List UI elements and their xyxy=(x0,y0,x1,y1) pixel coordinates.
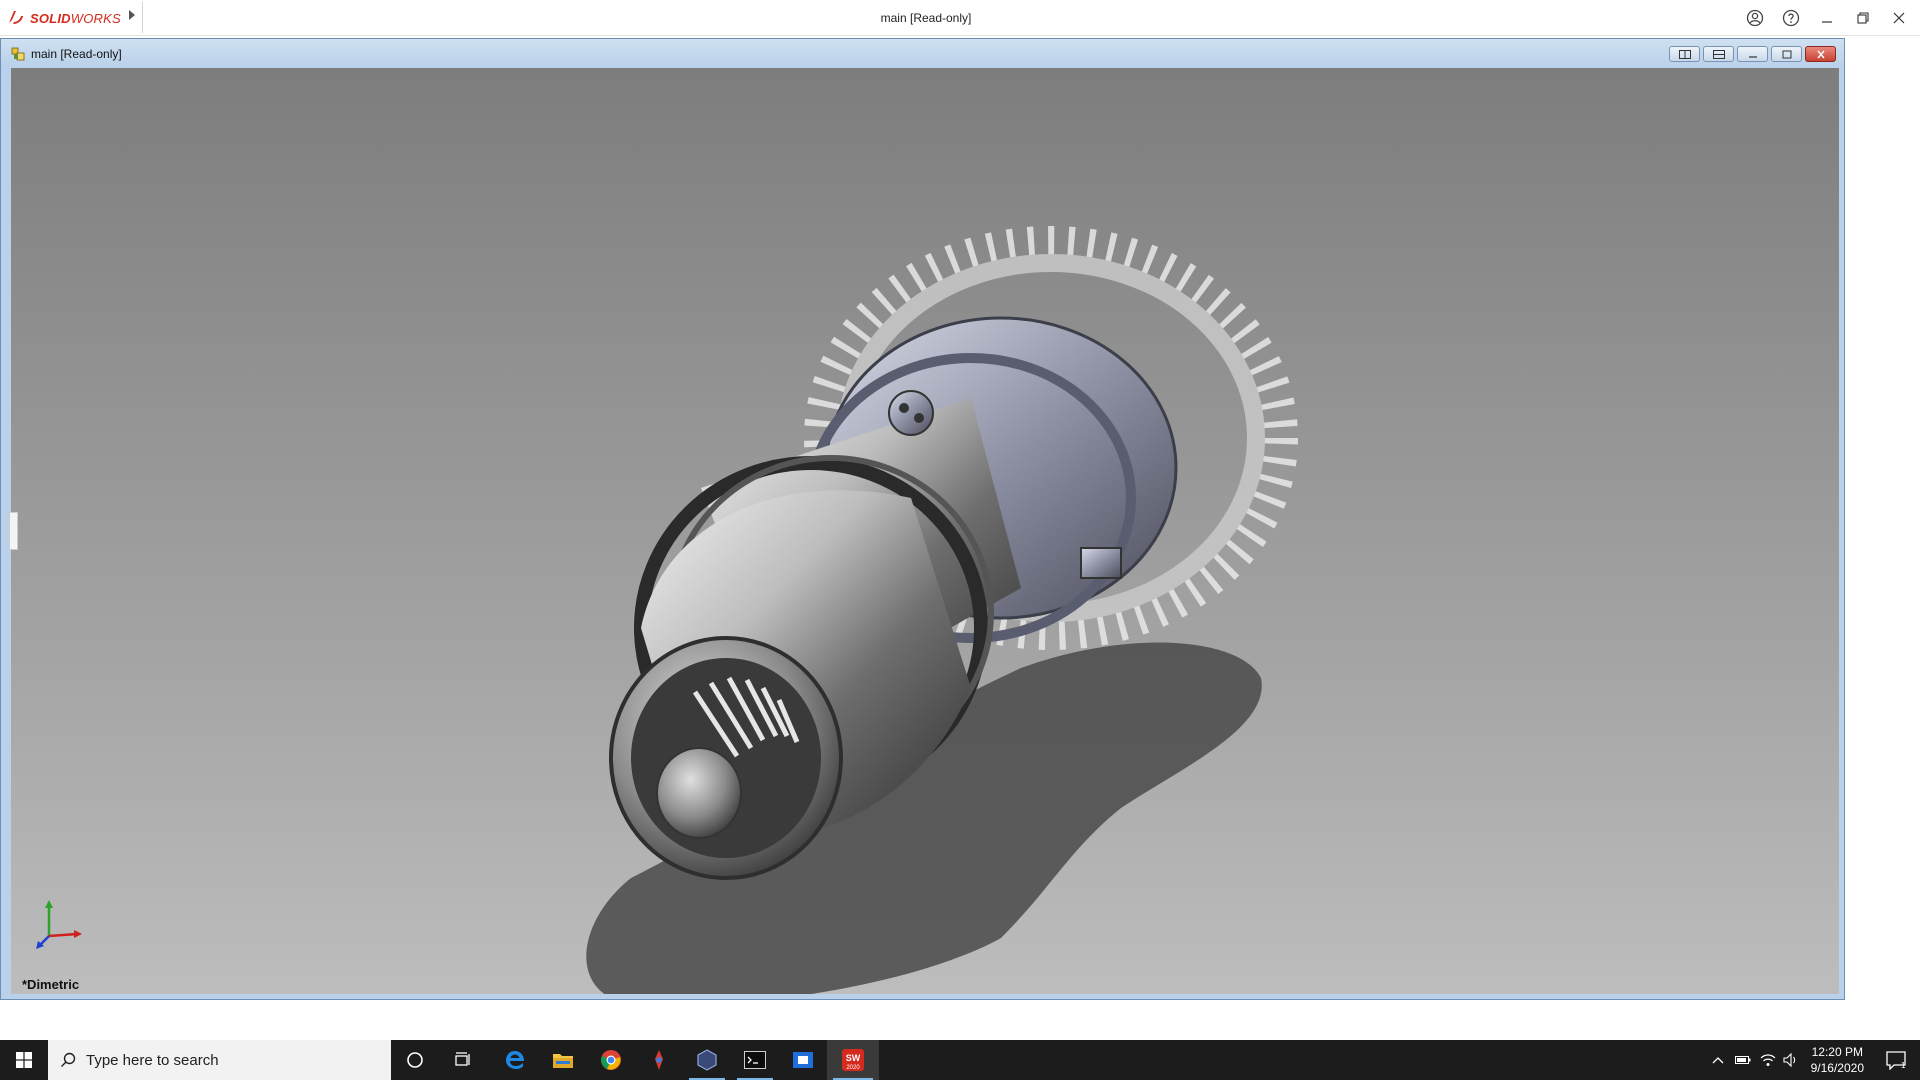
start-button[interactable] xyxy=(0,1040,48,1080)
doc-maximize-button[interactable] xyxy=(1771,46,1802,62)
help-icon[interactable] xyxy=(1779,6,1803,30)
wifi-icon[interactable] xyxy=(1756,1040,1780,1080)
search-icon xyxy=(61,1052,76,1067)
taskbar: Type here to search SW 2020 12:20 PM 9/1… xyxy=(0,1040,1920,1080)
document-window: main [Read-only] *Dimetric xyxy=(0,38,1845,1000)
notification-center-icon[interactable]: 1 xyxy=(1872,1040,1920,1080)
app-red-icon[interactable] xyxy=(635,1040,683,1080)
tail-cone xyxy=(656,747,742,839)
edge-icon[interactable] xyxy=(491,1040,539,1080)
tile-horizontal-button[interactable] xyxy=(1669,46,1700,62)
document-title: main [Read-only] xyxy=(31,47,122,61)
svg-text:1: 1 xyxy=(1901,1061,1906,1070)
minimize-button[interactable] xyxy=(1815,6,1839,30)
feature-manager-toggle[interactable] xyxy=(9,512,18,550)
chevron-up-icon[interactable] xyxy=(1708,1040,1728,1080)
document-title-bar: main [Read-only] xyxy=(1,39,1844,67)
app-title-bar: SOLIDWORKS main [Read-only] xyxy=(0,0,1920,36)
clock-time: 12:20 PM xyxy=(1811,1045,1863,1059)
turbine-engine-model[interactable] xyxy=(11,68,1839,994)
search-placeholder: Type here to search xyxy=(86,1051,219,1069)
svg-text:2020: 2020 xyxy=(846,1065,860,1071)
close-button[interactable] xyxy=(1887,6,1911,30)
windows-logo-icon xyxy=(16,1052,32,1068)
window-title: main [Read-only] xyxy=(880,11,972,25)
app-window-icon[interactable] xyxy=(779,1040,827,1080)
app-blue-icon[interactable] xyxy=(683,1040,731,1080)
graphics-viewport[interactable]: *Dimetric xyxy=(11,68,1839,994)
taskbar-search-box[interactable]: Type here to search xyxy=(48,1040,391,1080)
assembly-icon xyxy=(11,47,25,61)
svg-text:SW: SW xyxy=(846,1053,861,1063)
chrome-icon[interactable] xyxy=(587,1040,635,1080)
restore-button[interactable] xyxy=(1851,6,1875,30)
doc-minimize-button[interactable] xyxy=(1737,46,1768,62)
tile-vertical-button[interactable] xyxy=(1703,46,1734,62)
view-orientation-label: *Dimetric xyxy=(22,977,80,992)
file-explorer-icon[interactable] xyxy=(539,1040,587,1080)
volume-icon[interactable] xyxy=(1779,1040,1803,1080)
terminal-icon[interactable] xyxy=(731,1040,779,1080)
battery-icon[interactable] xyxy=(1731,1040,1755,1080)
system-clock[interactable]: 12:20 PM 9/16/2020 xyxy=(1811,1044,1864,1076)
task-view-icon[interactable] xyxy=(439,1040,487,1080)
cortana-icon[interactable] xyxy=(391,1040,439,1080)
document-window-controls xyxy=(1669,46,1836,62)
solidworks-taskbar-icon[interactable]: SW 2020 xyxy=(827,1040,879,1080)
user-account-icon[interactable] xyxy=(1743,6,1767,30)
doc-close-button[interactable] xyxy=(1805,46,1836,62)
coordinate-triad-icon xyxy=(36,900,82,949)
clock-date: 9/16/2020 xyxy=(1810,1061,1864,1075)
